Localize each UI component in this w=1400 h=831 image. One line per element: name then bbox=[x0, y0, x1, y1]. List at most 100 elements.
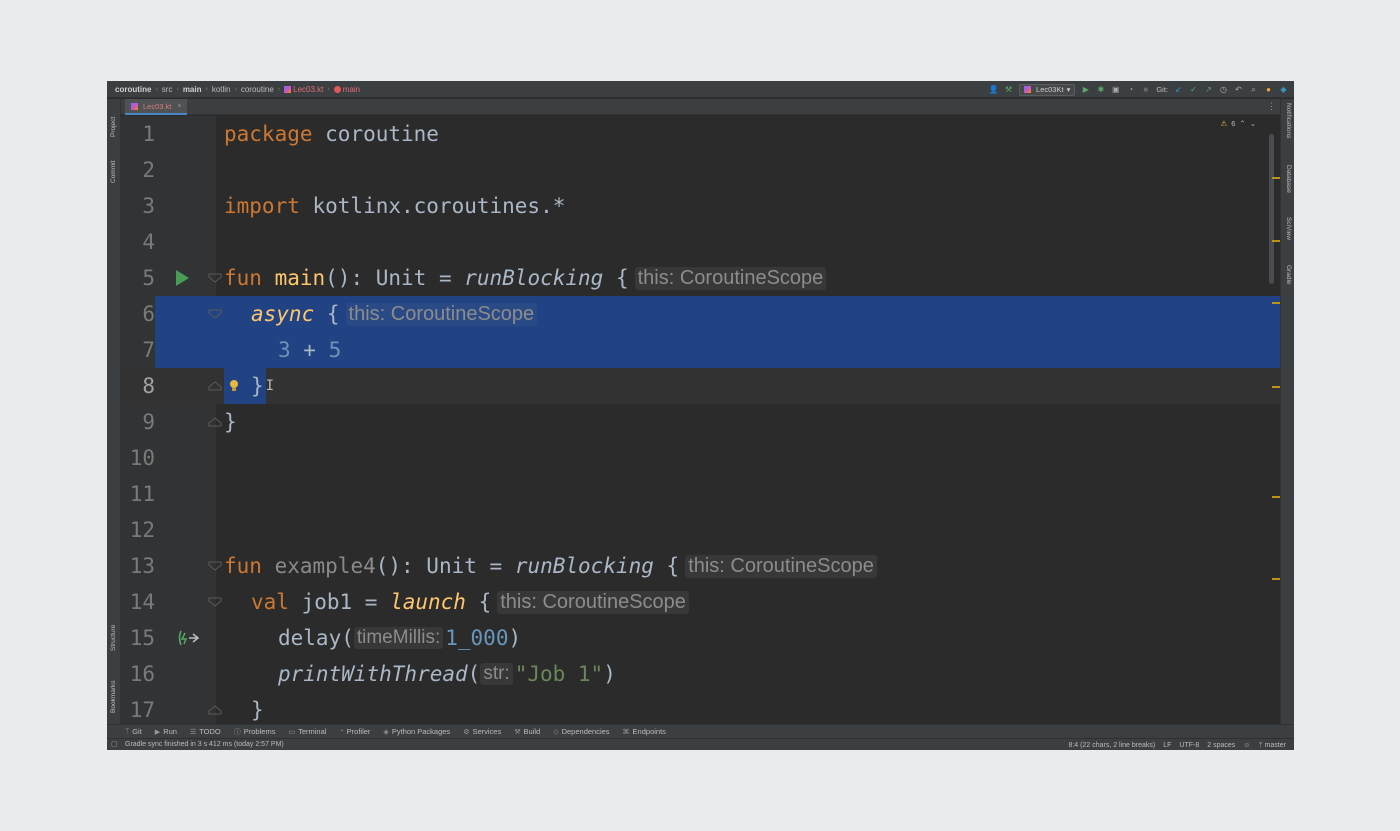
code-line[interactable]: 7 3 + 5 bbox=[121, 332, 1280, 368]
inlay-hint: this: CoroutineScope bbox=[497, 590, 689, 614]
todo-tool-button[interactable]: ☰ TODO bbox=[190, 727, 221, 736]
line-separator[interactable]: LF bbox=[1163, 742, 1171, 749]
update-icon[interactable]: ● bbox=[1264, 85, 1273, 94]
user-icon[interactable]: 👤 bbox=[989, 85, 999, 94]
caret-position[interactable]: 8:4 (22 chars, 2 line breaks) bbox=[1068, 742, 1155, 749]
line-number: 6 bbox=[121, 296, 155, 332]
operator: + bbox=[290, 338, 329, 362]
breadcrumb-src[interactable]: src › bbox=[162, 85, 183, 94]
warning-stripe[interactable] bbox=[1272, 302, 1280, 304]
vcs-branch[interactable]: ᛘ master bbox=[1258, 742, 1286, 749]
inspection-widget[interactable]: ⚠ 6 ⌃ ⌄ bbox=[1221, 119, 1257, 128]
code-line[interactable]: 1 package coroutine bbox=[121, 116, 1280, 152]
run-gutter-icon[interactable] bbox=[174, 269, 190, 287]
profiler-tool-button[interactable]: ◔ Profiler bbox=[339, 727, 370, 736]
plugin-icon[interactable]: ◆ bbox=[1279, 85, 1288, 94]
code-editor[interactable]: 1 package coroutine 2 3 import kotlinx.c… bbox=[121, 116, 1280, 724]
code-line[interactable]: 16 printWithThread(str: "Job 1") bbox=[121, 656, 1280, 692]
inlay-hint: this: CoroutineScope bbox=[685, 554, 877, 578]
breadcrumb-file[interactable]: Lec03.kt › bbox=[284, 85, 334, 94]
code-line[interactable]: 4 bbox=[121, 224, 1280, 260]
sciview-tool-button[interactable]: SciView bbox=[1285, 217, 1292, 240]
endpoints-icon: ⌘ bbox=[622, 728, 630, 736]
warning-stripe[interactable] bbox=[1272, 496, 1280, 498]
search-icon[interactable]: ⌕ bbox=[1249, 85, 1258, 94]
git-push-icon[interactable]: ↗ bbox=[1204, 85, 1213, 94]
breadcrumb-package[interactable]: coroutine › bbox=[241, 85, 284, 94]
code-line[interactable]: 13 fun example4 (): Unit = runBlocking {t… bbox=[121, 548, 1280, 584]
code-line[interactable]: 10 bbox=[121, 440, 1280, 476]
bookmarks-tool-button[interactable]: Bookmarks bbox=[110, 680, 117, 713]
vertical-scrollbar[interactable] bbox=[1269, 134, 1274, 284]
tab-lec03[interactable]: Lec03.kt × bbox=[125, 99, 188, 115]
code-line[interactable]: 8 } I bbox=[121, 368, 1280, 404]
breadcrumb-kotlin[interactable]: kotlin › bbox=[212, 85, 241, 94]
structure-tool-button[interactable]: Structure bbox=[110, 625, 117, 651]
warning-stripe[interactable] bbox=[1272, 177, 1280, 179]
close-icon[interactable]: × bbox=[177, 103, 181, 110]
git-update-icon[interactable]: ↙ bbox=[1174, 85, 1183, 94]
code-line[interactable]: 11 bbox=[121, 476, 1280, 512]
lightbulb-icon[interactable] bbox=[229, 379, 239, 393]
fold-icon[interactable] bbox=[208, 417, 222, 427]
code-line[interactable]: 9 } bbox=[121, 404, 1280, 440]
terminal-tool-button[interactable]: ▭ Terminal bbox=[288, 727, 326, 736]
breadcrumb-function[interactable]: main bbox=[333, 85, 360, 94]
code-line[interactable]: 14 val job1 = launch {this: CoroutineSco… bbox=[121, 584, 1280, 620]
fold-icon[interactable] bbox=[208, 597, 222, 607]
coverage-icon[interactable]: ▣ bbox=[1111, 85, 1120, 94]
status-message[interactable]: Gradle sync finished in 3 s 412 ms (toda… bbox=[125, 741, 284, 748]
code-line[interactable]: 6 async {this: CoroutineScope bbox=[121, 296, 1280, 332]
run-configuration-select[interactable]: Lec03Kt ▾ bbox=[1019, 83, 1076, 96]
code-line[interactable]: 5 fun main (): Unit = runBlocking {this: … bbox=[121, 260, 1280, 296]
python-packages-tool-button[interactable]: ◈ Python Packages bbox=[383, 727, 450, 736]
layout-icon[interactable]: ▢ bbox=[111, 740, 118, 748]
suspend-call-icon[interactable] bbox=[177, 629, 203, 647]
fold-icon[interactable] bbox=[208, 561, 222, 571]
commit-tool-button[interactable]: Commit bbox=[110, 161, 117, 183]
fold-icon[interactable] bbox=[208, 309, 222, 319]
fold-icon[interactable] bbox=[208, 381, 222, 391]
dependencies-tool-button[interactable]: ◇ Dependencies bbox=[553, 727, 609, 736]
build-tool-button[interactable]: ⚒ Build bbox=[514, 727, 540, 736]
code-line[interactable]: 17 } bbox=[121, 692, 1280, 724]
build-hammer-icon[interactable]: ⚒ bbox=[1004, 85, 1013, 94]
fold-icon[interactable] bbox=[208, 705, 222, 715]
code-line[interactable]: 2 bbox=[121, 152, 1280, 188]
run-icon[interactable]: ▶ bbox=[1081, 85, 1090, 94]
navigation-bar: coroutine › src › main › kotlin › coroutine ›… bbox=[107, 81, 1294, 98]
open-brace: { bbox=[653, 554, 680, 578]
warning-stripe[interactable] bbox=[1272, 240, 1280, 242]
git-tool-button[interactable]: ᛘ Git bbox=[125, 727, 142, 736]
more-icon[interactable]: ⋮ bbox=[1267, 101, 1276, 112]
gradle-tool-button[interactable]: Gradle bbox=[1285, 265, 1292, 285]
indent-setting[interactable]: 2 spaces bbox=[1207, 742, 1235, 749]
notifications-tool-button[interactable]: Notifications bbox=[1285, 103, 1292, 138]
code-line[interactable]: 15 delay(timeMillis: 1_000) bbox=[121, 620, 1280, 656]
package-icon: ◈ bbox=[383, 728, 389, 736]
code-line[interactable]: 3 import kotlinx.coroutines.* bbox=[121, 188, 1280, 224]
git-history-icon[interactable]: ◷ bbox=[1219, 85, 1228, 94]
database-tool-button[interactable]: Database bbox=[1285, 165, 1292, 193]
warning-stripe[interactable] bbox=[1272, 386, 1280, 388]
endpoints-tool-button[interactable]: ⌘ Endpoints bbox=[623, 727, 666, 736]
code-line[interactable]: 12 bbox=[121, 512, 1280, 548]
git-rollback-icon[interactable]: ↶ bbox=[1234, 85, 1243, 94]
git-commit-icon[interactable]: ✓ bbox=[1189, 85, 1198, 94]
profile-icon[interactable]: ◔ bbox=[1126, 85, 1135, 94]
project-tool-button[interactable]: Project bbox=[110, 117, 117, 137]
debug-icon[interactable]: ✱ bbox=[1096, 85, 1105, 94]
services-tool-button[interactable]: ⚙ Services bbox=[463, 727, 501, 736]
breadcrumb-project[interactable]: coroutine › bbox=[115, 85, 162, 94]
run-tool-button[interactable]: ▶ Run bbox=[155, 727, 177, 736]
inspector-icon[interactable]: ☺ bbox=[1243, 742, 1250, 749]
warning-stripe[interactable] bbox=[1272, 578, 1280, 580]
problems-tool-button[interactable]: ⓘ Problems bbox=[234, 727, 276, 737]
number-literal: 5 bbox=[328, 338, 342, 362]
chevron-down-icon[interactable]: ⌄ bbox=[1250, 119, 1256, 128]
fold-icon[interactable] bbox=[208, 273, 222, 283]
file-encoding[interactable]: UTF-8 bbox=[1179, 742, 1199, 749]
breadcrumb-main[interactable]: main › bbox=[183, 85, 212, 94]
chevron-up-icon[interactable]: ⌃ bbox=[1239, 119, 1245, 128]
stop-icon[interactable]: ■ bbox=[1141, 85, 1150, 94]
